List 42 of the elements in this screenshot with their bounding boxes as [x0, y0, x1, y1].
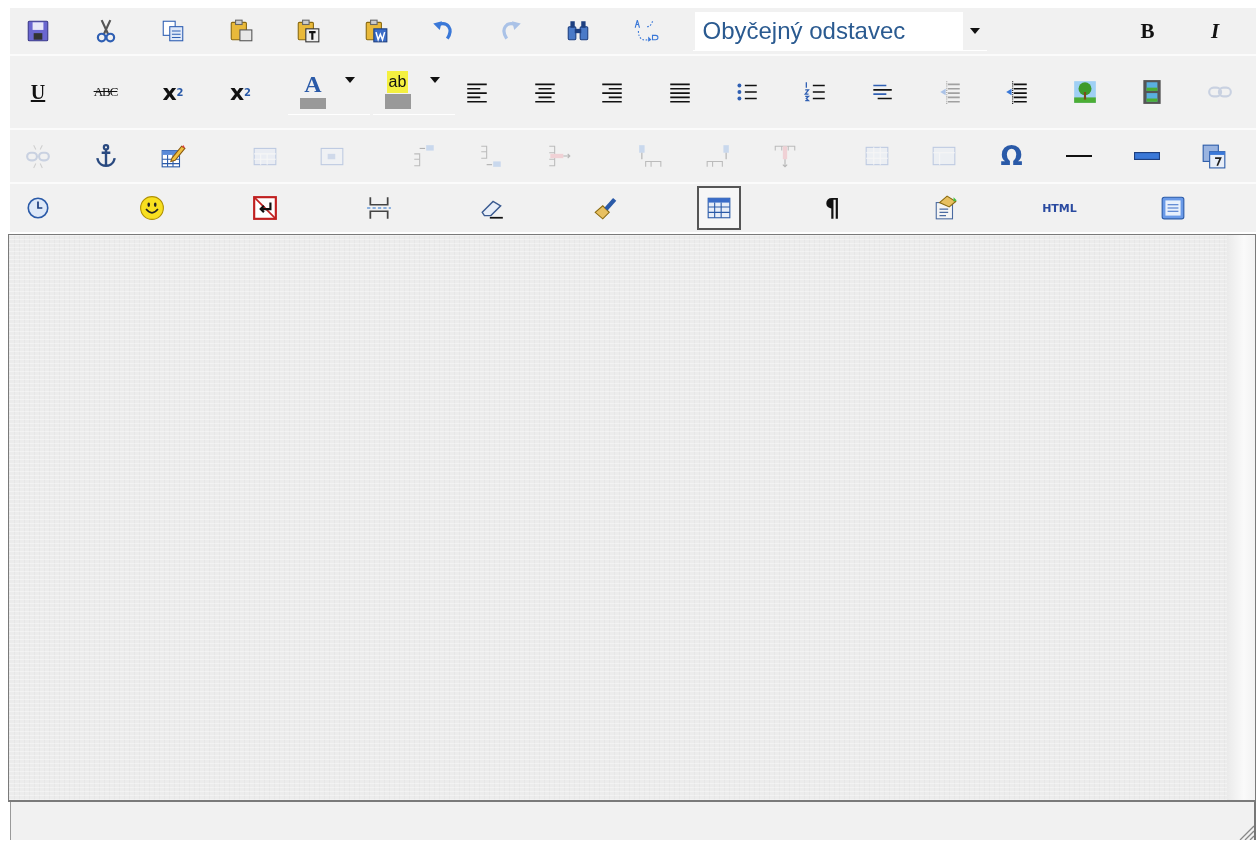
superscript-button[interactable]: x$^{2}$: [220, 74, 261, 110]
table-grid-button[interactable]: [697, 186, 741, 230]
underline-button[interactable]: U: [18, 74, 58, 110]
color-letter-icon: ab: [386, 70, 409, 93]
pilcrow-button[interactable]: ¶: [812, 190, 853, 226]
window-icon: [1160, 195, 1186, 221]
table-pencil-icon: [160, 143, 186, 169]
italic-button[interactable]: I: [1195, 13, 1235, 49]
indent-icon: [1004, 79, 1030, 105]
color-swatch-icon: [384, 93, 411, 109]
no-break-icon: [252, 195, 278, 221]
column-insert-left-icon: [637, 143, 663, 169]
clipboard-text-icon: [295, 18, 321, 44]
html-button[interactable]: HTML: [1039, 190, 1080, 226]
bold-button[interactable]: B: [1127, 13, 1168, 49]
strikethrough-button[interactable]: ABC: [85, 74, 126, 110]
color-letter-icon: A: [304, 70, 322, 97]
tree-image-icon: [1071, 79, 1098, 105]
column-insert-right-icon: [704, 143, 731, 169]
text-color-button[interactable]: A: [288, 69, 338, 110]
copy-icon: [160, 18, 186, 44]
caret-icon: [345, 76, 355, 83]
calendar-icon: [1201, 143, 1227, 169]
resize-grip-icon[interactable]: [1238, 824, 1254, 840]
broken-link-icon: [25, 143, 51, 169]
rule-bar-icon: [1133, 152, 1160, 160]
format-select[interactable]: Obyčejný odstavec: [694, 11, 963, 50]
replace-arrow-icon: [632, 18, 659, 44]
horizontal-line-icon: [1066, 155, 1092, 157]
caret-icon: [429, 76, 440, 83]
table-grid-icon: [706, 195, 732, 221]
highlight-color-button[interactable]: ab: [372, 69, 423, 110]
special-character-button[interactable]: Ω: [991, 138, 1032, 174]
document-icon: [933, 195, 959, 221]
color-swatch-icon: [300, 97, 326, 109]
smiley-icon: [138, 195, 165, 221]
clock-icon: [25, 195, 51, 221]
row-insert-below-icon: [478, 143, 504, 169]
caret-icon: [969, 27, 980, 34]
column-delete-icon: [772, 143, 798, 169]
page-break-icon: [365, 195, 392, 221]
brush-icon: [592, 195, 619, 221]
